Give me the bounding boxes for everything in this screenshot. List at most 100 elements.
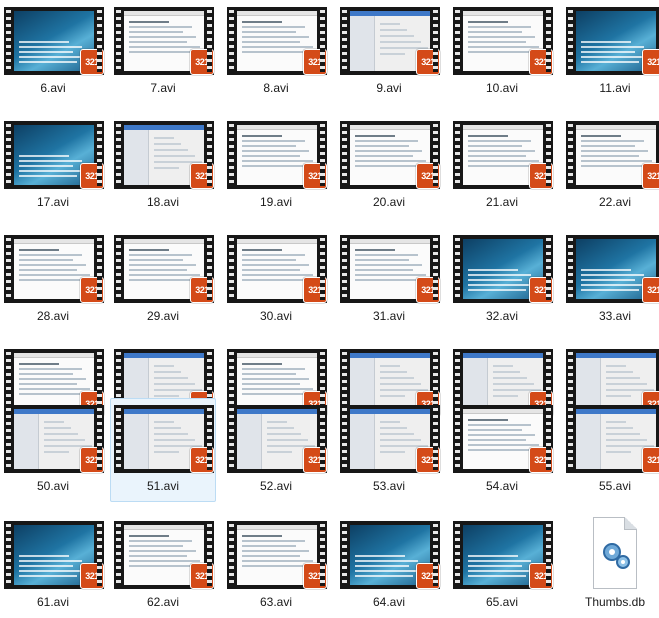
badge-text: 321 <box>85 285 99 295</box>
file-item[interactable]: 321 18.avi <box>110 114 216 218</box>
file-item[interactable]: 321 62.avi <box>110 514 216 618</box>
video-thumbnail-icon: 321 <box>227 121 327 189</box>
text-line <box>242 368 305 370</box>
text-line <box>242 165 304 167</box>
code-line <box>267 421 287 423</box>
text-line <box>581 269 631 271</box>
text-line <box>129 41 187 43</box>
code-line <box>267 433 301 435</box>
media-player-badge-icon: 321 <box>416 49 440 75</box>
file-item[interactable]: 321 30.avi <box>223 228 329 332</box>
video-thumbnail-icon: 321 <box>340 121 440 189</box>
text-line <box>355 274 426 276</box>
code-line <box>493 365 513 367</box>
file-item[interactable]: 321 61.avi <box>0 514 106 618</box>
text-line <box>129 254 192 256</box>
video-thumbnail-icon: 321 <box>4 521 104 589</box>
text-line <box>129 269 187 271</box>
media-player-badge-icon: 321 <box>303 447 327 473</box>
media-player-badge-icon: 321 <box>416 447 440 473</box>
text-line <box>355 555 405 557</box>
slide-header <box>237 125 317 130</box>
code-line <box>154 433 188 435</box>
file-item[interactable]: 321 65.avi <box>449 514 555 618</box>
text-line <box>355 160 426 162</box>
file-item[interactable]: 321 53.avi <box>336 398 442 502</box>
file-item[interactable]: 321 21.avi <box>449 114 555 218</box>
text-line <box>242 26 305 28</box>
text-line <box>355 575 413 577</box>
media-player-badge-icon: 321 <box>190 563 214 589</box>
file-item[interactable]: 321 64.avi <box>336 514 442 618</box>
text-line <box>468 429 522 431</box>
text-line <box>242 274 313 276</box>
text-line <box>242 269 300 271</box>
file-item[interactable]: 321 52.avi <box>223 398 329 502</box>
file-item[interactable]: 321 33.avi <box>562 228 659 332</box>
media-player-badge-icon: 321 <box>80 163 104 189</box>
slide-header <box>237 525 317 530</box>
text-line <box>355 560 418 562</box>
video-thumbnail-icon: 321 <box>227 405 327 473</box>
file-item[interactable]: 321 29.avi <box>110 228 216 332</box>
text-line <box>242 145 296 147</box>
media-player-badge-icon: 321 <box>529 447 553 473</box>
text-line <box>242 41 300 43</box>
file-item[interactable]: 321 31.avi <box>336 228 442 332</box>
file-item[interactable]: 321 9.avi <box>336 0 442 104</box>
badge-text: 321 <box>85 455 99 465</box>
text-line <box>242 51 304 53</box>
file-item[interactable]: 321 7.avi <box>110 0 216 104</box>
slide-header <box>124 11 204 16</box>
code-line <box>154 383 195 385</box>
file-item[interactable]: 321 8.avi <box>223 0 329 104</box>
file-item[interactable]: 321 32.avi <box>449 228 555 332</box>
text-line <box>242 535 282 537</box>
file-name: 32.avi <box>485 309 519 323</box>
badge-text: 321 <box>195 285 209 295</box>
text-line <box>468 274 531 276</box>
file-item[interactable]: 321 19.avi <box>223 114 329 218</box>
window-panel <box>576 414 601 469</box>
video-thumbnail-icon: 321 <box>114 405 214 473</box>
window-panel <box>14 414 39 469</box>
media-player-badge-icon: 321 <box>416 277 440 303</box>
badge-text: 321 <box>308 571 322 581</box>
code-line <box>154 371 181 373</box>
file-item[interactable]: 321 10.avi <box>449 0 555 104</box>
file-item[interactable]: 321 20.avi <box>336 114 442 218</box>
media-player-badge-icon: 321 <box>303 49 327 75</box>
badge-text: 321 <box>308 57 322 67</box>
badge-text: 321 <box>421 171 435 181</box>
file-name: 7.avi <box>150 81 176 95</box>
text-line <box>19 61 77 63</box>
video-thumbnail-icon: 321 <box>114 235 214 303</box>
file-item[interactable]: 321 17.avi <box>0 114 106 218</box>
text-line <box>468 31 522 33</box>
file-item[interactable]: Thumbs.db <box>562 514 659 618</box>
badge-text: 321 <box>195 455 209 465</box>
text-line <box>355 254 418 256</box>
file-item[interactable]: 321 51.avi <box>110 398 216 502</box>
file-item[interactable]: 321 11.avi <box>562 0 659 104</box>
code-line <box>267 451 292 453</box>
text-line <box>242 279 304 281</box>
badge-text: 321 <box>534 571 548 581</box>
code-line <box>154 451 179 453</box>
file-item[interactable]: 321 55.avi <box>562 398 659 502</box>
text-line <box>581 46 644 48</box>
file-item[interactable]: 321 54.avi <box>449 398 555 502</box>
file-item[interactable]: 321 50.avi <box>0 398 106 502</box>
file-item[interactable]: 321 22.avi <box>562 114 659 218</box>
code-line <box>606 365 626 367</box>
file-item[interactable]: 321 28.avi <box>0 228 106 332</box>
file-item[interactable]: 321 63.avi <box>223 514 329 618</box>
text-line <box>242 378 309 380</box>
text-line <box>581 160 652 162</box>
text-line <box>468 155 526 157</box>
text-line <box>355 249 395 251</box>
slide-header <box>463 409 543 414</box>
text-line <box>242 363 282 365</box>
video-thumbnail-icon: 321 <box>227 235 327 303</box>
file-item[interactable]: 321 6.avi <box>0 0 106 104</box>
